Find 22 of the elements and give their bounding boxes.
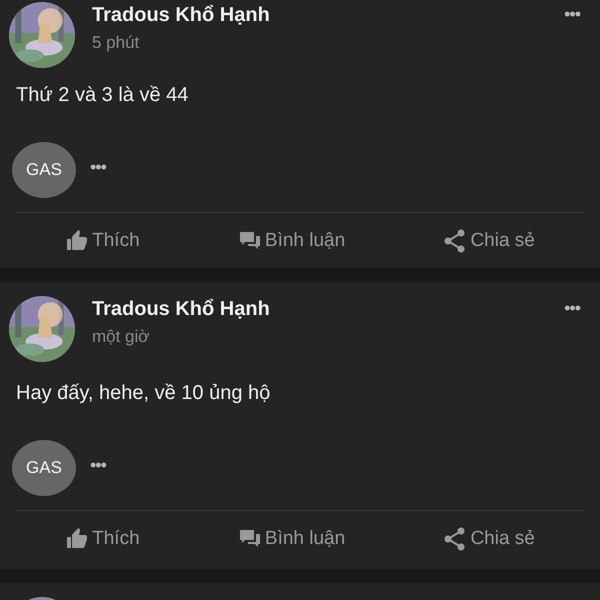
share-icon	[443, 229, 468, 253]
more-options-button[interactable]: •••	[564, 298, 580, 319]
share-button[interactable]: Chia sẻ	[443, 229, 535, 253]
author-name[interactable]: Tradous Khổ Hạnh	[92, 4, 564, 27]
post-text: Hay đấy, hehe, về 10 ủng hộ	[16, 382, 272, 405]
thumbs-up-icon	[65, 527, 90, 551]
comment-button[interactable]: Bình luận	[238, 527, 346, 551]
like-button[interactable]: Thích	[65, 229, 140, 253]
more-options-button[interactable]: •••	[564, 4, 580, 25]
author-name[interactable]: Tradous Khổ Hạnh	[92, 298, 564, 321]
post-text: Thứ 2 và 3 là về 44	[16, 84, 190, 107]
like-button[interactable]: Thích	[65, 527, 140, 551]
thumbs-up-icon	[65, 229, 90, 253]
commenter-avatar[interactable]: GAS	[12, 440, 76, 496]
comment-button[interactable]: Bình luận	[238, 229, 346, 253]
post-time: một giờ	[92, 327, 150, 347]
more-button[interactable]: •••	[90, 454, 106, 476]
share-icon	[443, 527, 468, 551]
post-time: 5 phút	[92, 33, 140, 53]
share-button[interactable]: Chia sẻ	[443, 527, 535, 551]
more-button[interactable]: •••	[90, 156, 106, 178]
commenter-avatar[interactable]: GAS	[12, 142, 76, 198]
